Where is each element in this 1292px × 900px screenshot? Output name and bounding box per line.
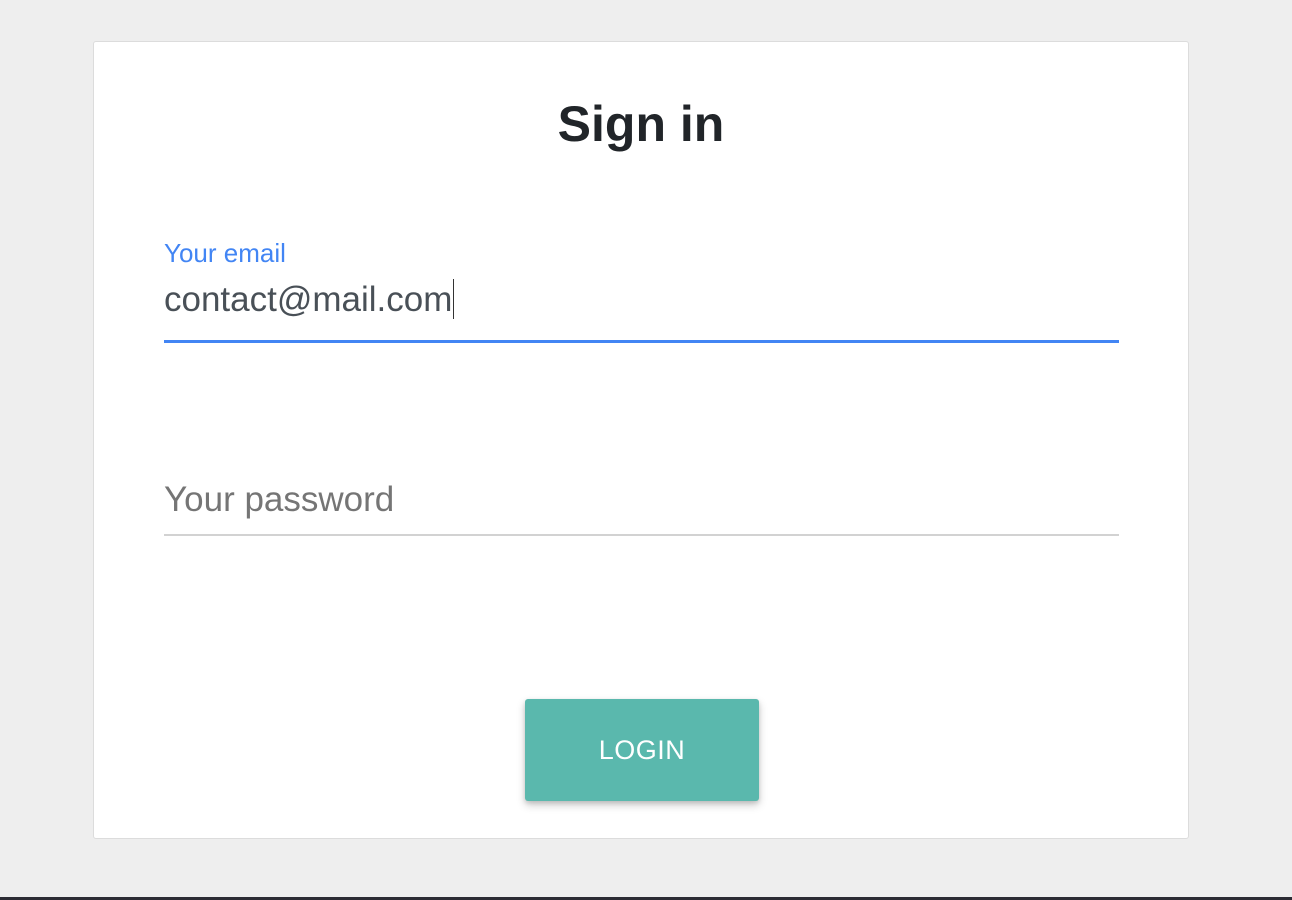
password-input[interactable]: Your password	[164, 478, 394, 522]
page-title: Sign in	[557, 96, 725, 152]
password-underline	[164, 534, 1119, 536]
email-input[interactable]: contact@mail.com	[164, 278, 455, 322]
text-caret	[453, 279, 455, 319]
sign-in-card: Sign in Your email contact@mail.com Your…	[93, 41, 1189, 839]
email-value: contact@mail.com	[164, 280, 453, 319]
password-field[interactable]: Your password	[164, 472, 1119, 536]
email-underline	[164, 340, 1119, 343]
email-label: Your email	[164, 238, 286, 268]
login-button[interactable]: LOGIN	[525, 699, 759, 801]
email-field[interactable]: Your email contact@mail.com	[164, 234, 1119, 344]
